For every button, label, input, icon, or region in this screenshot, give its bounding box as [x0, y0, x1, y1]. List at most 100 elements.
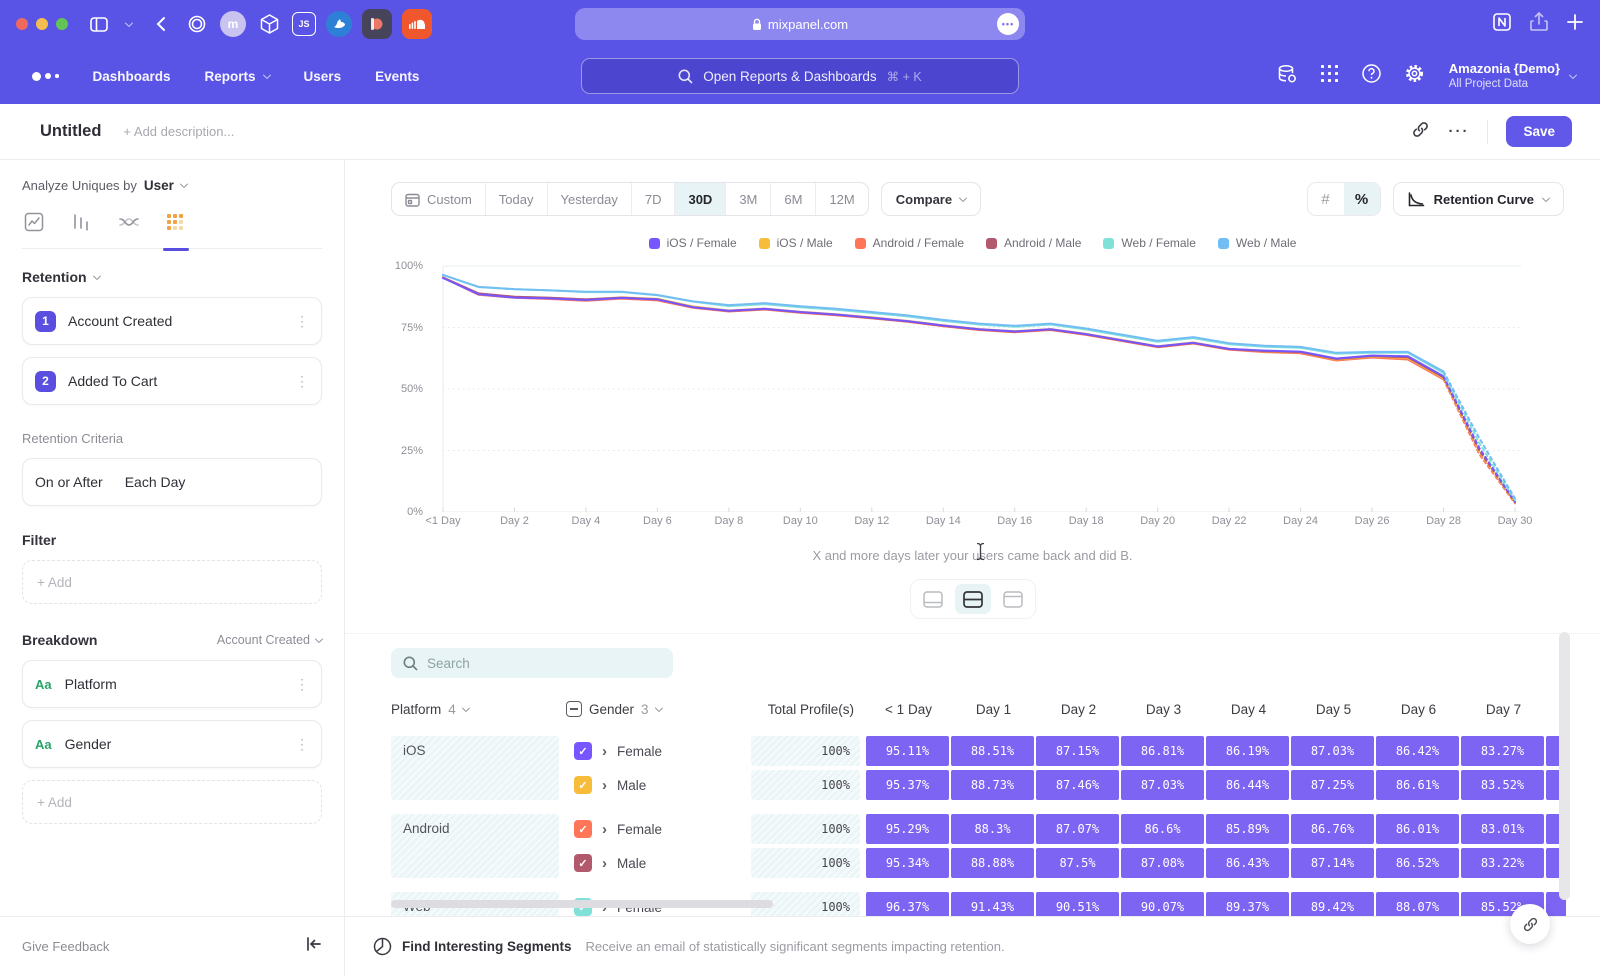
browser-extension-cube-icon[interactable] — [256, 11, 282, 37]
day-column-header[interactable]: Day 5 — [1291, 702, 1376, 717]
series-checkbox[interactable]: ✓ — [574, 776, 592, 794]
window-controls[interactable] — [16, 18, 68, 30]
range-7d[interactable]: 7D — [632, 183, 676, 215]
legend-item[interactable]: Web / Male — [1218, 236, 1296, 250]
series-checkbox[interactable]: ✓ — [574, 742, 592, 760]
minimize-window-button[interactable] — [36, 18, 48, 30]
retention-value-cell[interactable]: 86.42% — [1376, 736, 1459, 766]
retention-value-cell[interactable]: 87.03% — [1121, 770, 1204, 800]
browser-extension-notes-icon[interactable] — [362, 9, 392, 39]
range-30d[interactable]: 30D — [675, 183, 726, 215]
browser-extension-bird-icon[interactable] — [326, 11, 352, 37]
report-title[interactable]: Untitled — [40, 122, 101, 141]
retention-value-cell[interactable]: 83.22% — [1461, 848, 1544, 878]
retention-curve-plot[interactable] — [431, 262, 1531, 512]
close-window-button[interactable] — [16, 18, 28, 30]
select-all-checkbox[interactable] — [566, 701, 582, 717]
retention-value-cell[interactable]: 83.52% — [1461, 770, 1544, 800]
day-column-header[interactable]: Day 2 — [1036, 702, 1121, 717]
breakdown-event-selector[interactable]: Account Created — [217, 633, 322, 647]
day-column-header[interactable]: Day 4 — [1206, 702, 1291, 717]
expand-row-icon[interactable]: › — [602, 778, 607, 793]
tab-flows-icon[interactable] — [118, 212, 140, 234]
sidebar-toggle-icon[interactable] — [86, 11, 112, 37]
browser-extension-m-icon[interactable]: m — [220, 11, 246, 37]
day-column-header[interactable]: Day 3 — [1121, 702, 1206, 717]
share-link-fab[interactable] — [1510, 904, 1550, 944]
retention-value-cell[interactable]: 88.3% — [951, 814, 1034, 844]
tab-funnels-icon[interactable] — [71, 212, 93, 234]
layout-chart-focus-button[interactable] — [915, 584, 951, 614]
step-menu-icon[interactable]: ⋮ — [295, 373, 309, 390]
retention-value-cell[interactable]: 87.5% — [1036, 848, 1119, 878]
mixpanel-logo[interactable] — [32, 72, 59, 81]
retention-value-cell[interactable]: 86.61% — [1376, 770, 1459, 800]
retention-value-cell[interactable]: 86.81% — [1121, 736, 1204, 766]
percent-toggle[interactable]: % — [1344, 183, 1380, 215]
legend-item[interactable]: Android / Female — [855, 236, 964, 250]
retention-value-cell[interactable]: 86.6% — [1121, 814, 1204, 844]
give-feedback-link[interactable]: Give Feedback — [22, 939, 109, 954]
retention-value-cell[interactable]: 86.44% — [1206, 770, 1289, 800]
expand-row-icon[interactable]: › — [602, 744, 607, 759]
retention-value-cell[interactable]: 86.01% — [1376, 814, 1459, 844]
nav-item-dashboards[interactable]: Dashboards — [93, 69, 171, 84]
retention-value-cell[interactable]: 86.52% — [1376, 848, 1459, 878]
project-switcher[interactable]: Amazonia {Demo} All Project Data — [1447, 61, 1576, 92]
retention-value-cell[interactable]: 95.37% — [866, 770, 949, 800]
layout-table-focus-button[interactable] — [995, 584, 1031, 614]
horizontal-scrollbar[interactable] — [391, 900, 773, 908]
day-column-header[interactable]: Day 7 — [1461, 702, 1546, 717]
retention-value-cell[interactable]: 87.14% — [1291, 848, 1374, 878]
expand-row-icon[interactable]: › — [602, 856, 607, 871]
settings-gear-icon[interactable] — [1404, 63, 1425, 89]
range-today[interactable]: Today — [486, 183, 548, 215]
total-profiles-header[interactable]: Total Profile(s) — [751, 702, 866, 717]
site-options-icon[interactable]: ••• — [997, 13, 1019, 35]
legend-item[interactable]: iOS / Female — [649, 236, 737, 250]
browser-extension-js-icon[interactable]: JS — [292, 12, 316, 36]
add-description[interactable]: + Add description... — [123, 124, 234, 139]
expand-row-icon[interactable]: › — [602, 822, 607, 837]
day-column-header[interactable]: Day 6 — [1376, 702, 1461, 717]
nav-item-reports[interactable]: Reports — [205, 69, 270, 84]
layout-split-button[interactable] — [955, 584, 991, 614]
vertical-scrollbar[interactable] — [1559, 632, 1570, 900]
series-checkbox[interactable]: ✓ — [574, 854, 592, 872]
retention-value-cell[interactable]: 95.29% — [866, 814, 949, 844]
back-icon[interactable] — [148, 11, 174, 37]
legend-item[interactable]: Web / Female — [1103, 236, 1195, 250]
table-search-input[interactable]: Search — [391, 648, 673, 678]
retention-value-cell[interactable]: 87.46% — [1036, 770, 1119, 800]
nav-item-users[interactable]: Users — [304, 69, 342, 84]
range-12m[interactable]: 12M — [816, 183, 867, 215]
address-bar[interactable]: mixpanel.com ••• — [575, 8, 1025, 40]
collapse-sidebar-icon[interactable] — [306, 937, 322, 956]
filter-add-button[interactable]: + Add — [22, 560, 322, 604]
retention-criteria-card[interactable]: On or After Each Day — [22, 458, 322, 506]
global-search[interactable]: Open Reports & Dashboards ⌘ + K — [581, 58, 1019, 94]
retention-value-cell[interactable]: 86.19% — [1206, 736, 1289, 766]
retention-value-cell[interactable]: 88.73% — [951, 770, 1034, 800]
apps-grid-icon[interactable] — [1320, 64, 1339, 88]
segments-title[interactable]: Find Interesting Segments — [402, 939, 572, 954]
retention-value-cell[interactable]: 86.76% — [1291, 814, 1374, 844]
retention-value-cell[interactable]: 88.88% — [951, 848, 1034, 878]
legend-item[interactable]: Android / Male — [986, 236, 1081, 250]
chart-type-selector[interactable]: Retention Curve — [1393, 182, 1564, 216]
retention-value-cell[interactable]: 87.25% — [1291, 770, 1374, 800]
retention-value-cell[interactable]: 85.89% — [1206, 814, 1289, 844]
nav-item-events[interactable]: Events — [375, 69, 419, 84]
gender-column-header[interactable]: Gender3 — [566, 701, 751, 717]
copy-link-icon[interactable] — [1411, 120, 1430, 144]
save-button[interactable]: Save — [1506, 116, 1572, 147]
retention-value-cell[interactable]: 87.07% — [1036, 814, 1119, 844]
range-6m[interactable]: 6M — [771, 183, 816, 215]
breakdown-menu-icon[interactable]: ⋮ — [295, 676, 309, 693]
tab-insights-icon[interactable] — [24, 212, 46, 234]
breakdown-item-gender[interactable]: AaGender⋮ — [22, 720, 322, 768]
retention-value-cell[interactable]: 86.43% — [1206, 848, 1289, 878]
day-column-header[interactable]: < 1 Day — [866, 702, 951, 717]
retention-value-cell[interactable]: 95.11% — [866, 736, 949, 766]
legend-item[interactable]: iOS / Male — [759, 236, 833, 250]
